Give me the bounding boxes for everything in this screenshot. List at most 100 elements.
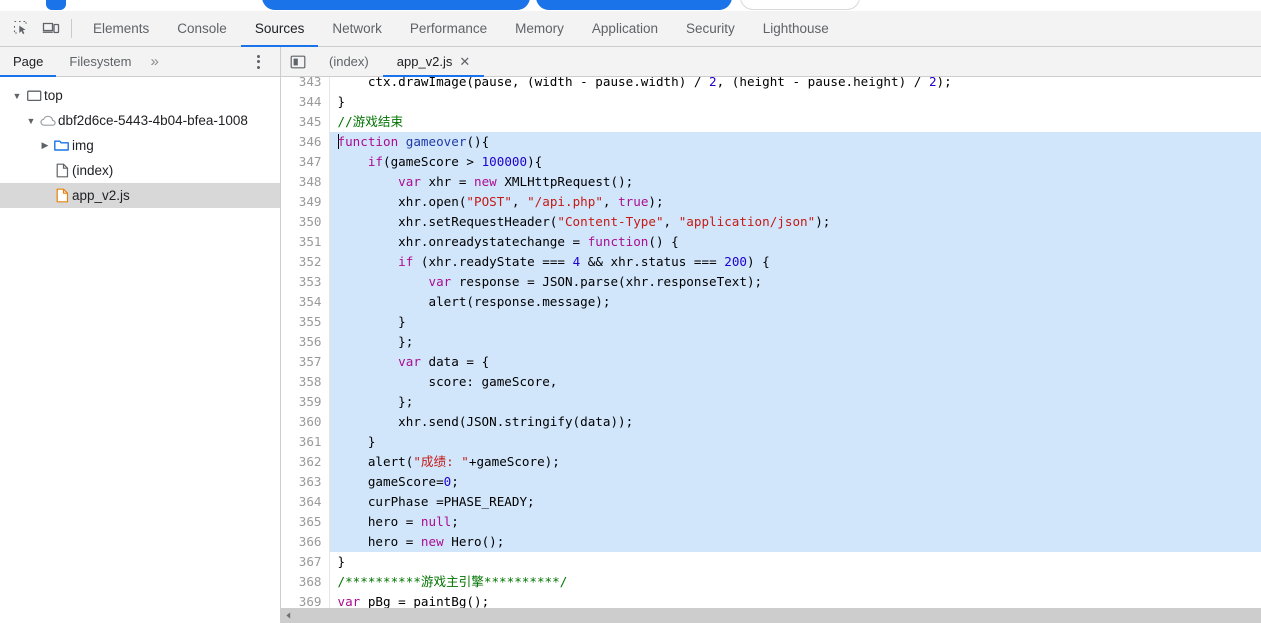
tab-performance[interactable]: Performance [396,11,501,46]
code-line[interactable]: 365 hero = null; [281,512,1261,532]
line-number: 368 [281,572,330,592]
code-scroll-area: 343 ctx.drawImage(pause, (width - pause.… [281,77,1261,623]
code-line[interactable]: 361 } [281,432,1261,452]
navigator-more-tabs-icon[interactable]: » [145,47,163,76]
line-content[interactable]: hero = new Hero(); [329,532,1261,552]
code-line[interactable]: 359 }; [281,392,1261,412]
tree-item-index[interactable]: ▶ (index) [0,158,280,183]
code-line[interactable]: 357 var data = { [281,352,1261,372]
code-line[interactable]: 368/**********游戏主引擎**********/ [281,572,1261,592]
code-line[interactable]: 352 if (xhr.readyState === 4 && xhr.stat… [281,252,1261,272]
line-number: 354 [281,292,330,312]
tree-item-origin[interactable]: ▼ dbf2d6ce-5443-4b04-bfea-1008 [0,108,280,133]
code-line[interactable]: 349 xhr.open("POST", "/api.php", true); [281,192,1261,212]
line-content[interactable]: hero = null; [329,512,1261,532]
code-line[interactable]: 347 if(gameScore > 100000){ [281,152,1261,172]
tab-lighthouse[interactable]: Lighthouse [749,11,843,46]
line-number: 363 [281,472,330,492]
line-content[interactable]: ctx.drawImage(pause, (width - pause.widt… [329,77,1261,92]
tab-security[interactable]: Security [672,11,749,46]
line-content[interactable]: } [329,432,1261,452]
code-editor[interactable]: 343 ctx.drawImage(pause, (width - pause.… [281,77,1261,623]
line-number: 346 [281,132,330,152]
line-content[interactable]: } [329,312,1261,332]
code-line[interactable]: 348 var xhr = new XMLHttpRequest(); [281,172,1261,192]
code-line[interactable]: 358 score: gameScore, [281,372,1261,392]
cloud-icon [38,115,58,127]
tree-item-img-folder[interactable]: ▶ img [0,133,280,158]
line-number: 367 [281,552,330,572]
line-content[interactable]: if(gameScore > 100000){ [329,152,1261,172]
line-number: 355 [281,312,330,332]
tab-console[interactable]: Console [163,11,241,46]
device-toolbar-icon[interactable] [36,11,66,46]
code-line[interactable]: 367} [281,552,1261,572]
code-line[interactable]: 356 }; [281,332,1261,352]
line-content[interactable]: xhr.open("POST", "/api.php", true); [329,192,1261,212]
line-content[interactable]: /**********游戏主引擎**********/ [329,572,1261,592]
line-content[interactable]: } [329,92,1261,112]
horizontal-scrollbar[interactable] [281,608,1261,623]
line-content[interactable]: xhr.setRequestHeader("Content-Type", "ap… [329,212,1261,232]
line-content[interactable]: }; [329,392,1261,412]
line-content[interactable]: xhr.send(JSON.stringify(data)); [329,412,1261,432]
line-number: 348 [281,172,330,192]
tree-item-top[interactable]: ▼ top [0,83,280,108]
line-content[interactable]: score: gameScore, [329,372,1261,392]
navigator-tab-filesystem[interactable]: Filesystem [56,47,144,76]
inspect-element-icon[interactable] [6,11,36,46]
chevron-down-icon[interactable]: ▼ [24,116,38,126]
tab-network[interactable]: Network [318,11,396,46]
omnibox-pill-left[interactable] [46,0,66,10]
code-line[interactable]: 346 function gameover(){ [281,132,1261,152]
scroll-left-arrow-icon[interactable] [281,608,296,623]
code-line[interactable]: 363 gameScore=0; [281,472,1261,492]
line-content[interactable]: var response = JSON.parse(xhr.responseTe… [329,272,1261,292]
line-content[interactable]: var data = { [329,352,1261,372]
code-line[interactable]: 344} [281,92,1261,112]
code-line[interactable]: 345//游戏结束 [281,112,1261,132]
line-content[interactable]: var xhr = new XMLHttpRequest(); [329,172,1261,192]
tab-elements[interactable]: Elements [79,11,163,46]
kebab-menu-icon[interactable] [253,47,264,76]
editor-tab-index[interactable]: (index) [315,47,383,76]
navigator-tab-page[interactable]: Page [0,47,57,77]
code-line[interactable]: 351 xhr.onreadystatechange = function() … [281,232,1261,252]
line-content[interactable]: if (xhr.readyState === 4 && xhr.status =… [329,252,1261,272]
line-content[interactable]: curPhase =PHASE_READY; [329,492,1261,512]
omnibox-pill-center[interactable] [262,0,530,10]
code-line[interactable]: 350 xhr.setRequestHeader("Content-Type",… [281,212,1261,232]
editor-tab-app-v2-js[interactable]: app_v2.js ✕ [382,47,485,77]
close-icon[interactable]: ✕ [459,55,470,68]
tab-sources[interactable]: Sources [240,11,319,47]
omnibox-pill-right[interactable] [536,0,732,10]
line-content[interactable]: alert("成绩: "+gameScore); [329,452,1261,472]
line-content[interactable]: } [329,552,1261,572]
code-line[interactable]: 360 xhr.send(JSON.stringify(data)); [281,412,1261,432]
chevron-down-icon[interactable]: ▼ [10,91,24,101]
omnibox-pill-outline[interactable] [740,0,860,10]
line-number: 351 [281,232,330,252]
code-line[interactable]: 354 alert(response.message); [281,292,1261,312]
tab-application[interactable]: Application [578,11,672,46]
scrollbar-thumb[interactable] [296,608,991,623]
line-content[interactable]: alert(response.message); [329,292,1261,312]
editor-tab-label: (index) [329,54,369,69]
tab-memory[interactable]: Memory [501,11,578,46]
line-content[interactable]: gameScore=0; [329,472,1261,492]
tree-item-app-v2-js[interactable]: ▶ app_v2.js [0,183,280,208]
line-content[interactable]: //游戏结束 [329,112,1261,132]
code-line[interactable]: 353 var response = JSON.parse(xhr.respon… [281,272,1261,292]
collapse-sidebar-icon[interactable] [281,47,315,76]
code-line[interactable]: 355 } [281,312,1261,332]
code-line[interactable]: 366 hero = new Hero(); [281,532,1261,552]
line-content[interactable]: }; [329,332,1261,352]
code-line[interactable]: 343 ctx.drawImage(pause, (width - pause.… [281,77,1261,92]
code-line[interactable]: 362 alert("成绩: "+gameScore); [281,452,1261,472]
scrollbar-track[interactable] [296,608,1261,623]
tree-item-label: top [44,88,63,103]
line-content[interactable]: function gameover(){ [329,132,1261,152]
code-line[interactable]: 364 curPhase =PHASE_READY; [281,492,1261,512]
line-content[interactable]: xhr.onreadystatechange = function() { [329,232,1261,252]
chevron-right-icon[interactable]: ▶ [38,140,52,151]
